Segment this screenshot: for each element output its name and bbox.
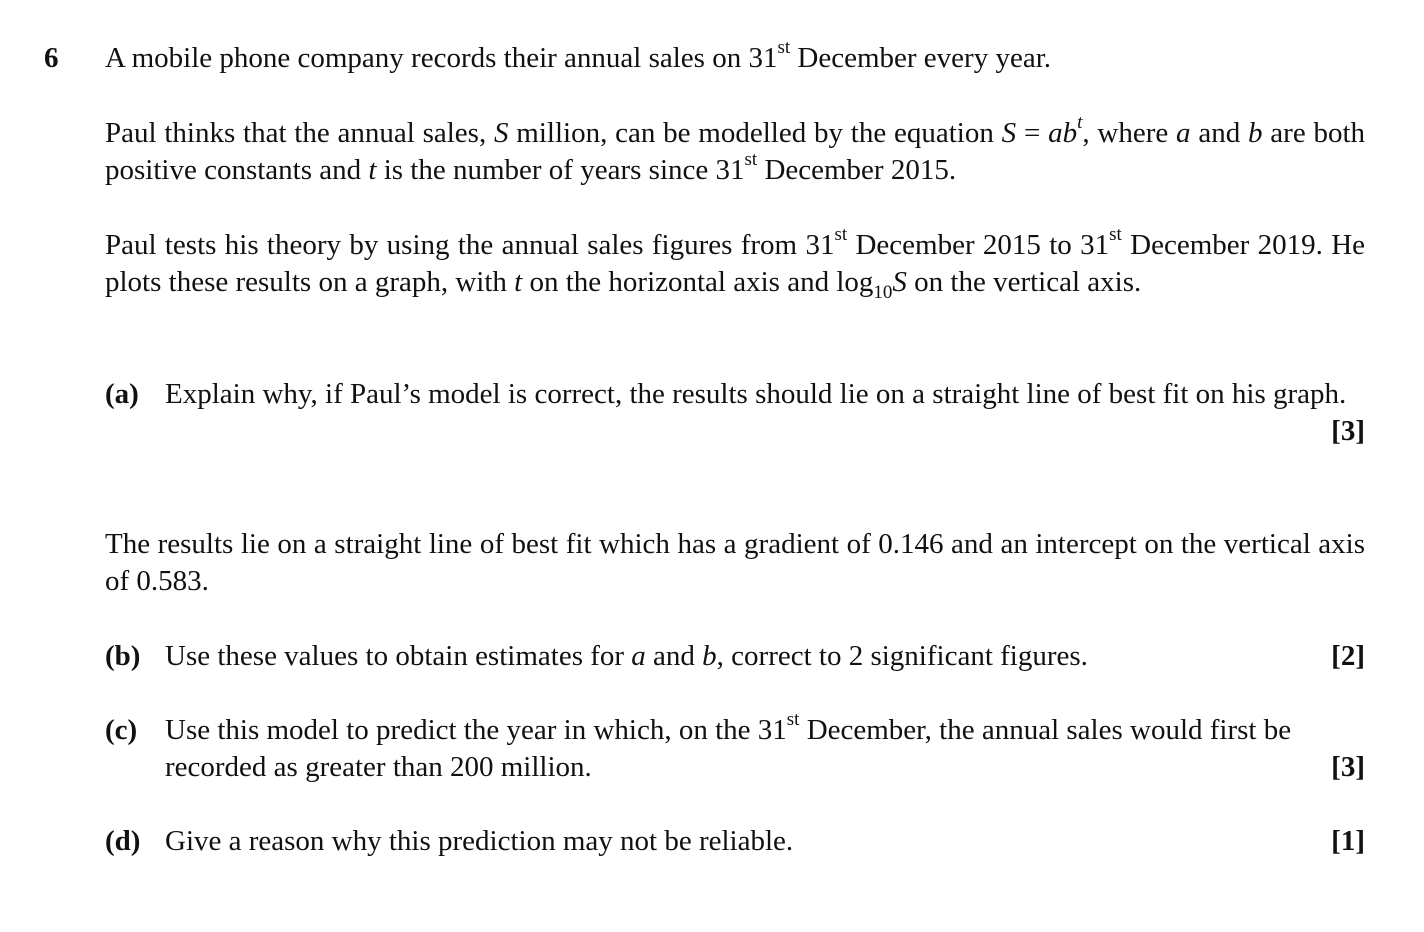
part-c-text: Use this model to predict the year in wh… [165, 709, 1292, 783]
question-number: 6 [44, 42, 59, 74]
part-c: (c) Use this model to predict the year i… [105, 709, 1365, 786]
part-d-label: (d) [105, 825, 141, 857]
intro-paragraph-1: A mobile phone company records their ann… [105, 37, 1052, 74]
part-a-marks: [3] [1331, 415, 1365, 447]
model-equation: S = abt [1001, 112, 1083, 149]
part-d-text: Give a reason why this prediction may no… [165, 825, 794, 857]
part-a-text: Explain why, if Paul’s model is correct,… [165, 378, 1347, 410]
part-b-text: Use these values to obtain estimates for… [165, 640, 1088, 672]
part-b: (b) Use these values to obtain estimates… [105, 638, 1365, 675]
part-a-label: (a) [105, 378, 139, 410]
part-d-marks: [1] [1331, 825, 1365, 857]
part-c-marks: [3] [1331, 751, 1365, 783]
part-d: (d) Give a reason why this prediction ma… [105, 823, 1365, 860]
part-b-marks: [2] [1331, 640, 1365, 672]
intro-paragraph-2: Paul thinks that the annual sales, S mil… [105, 112, 1366, 186]
results-paragraph: The results lie on a straight line of be… [105, 528, 1365, 597]
intro-paragraph-3: Paul tests his theory by using the annua… [105, 224, 1366, 303]
part-c-label: (c) [105, 714, 138, 746]
part-a: (a) Explain why, if Paul’s model is corr… [105, 376, 1365, 447]
part-b-label: (b) [105, 640, 141, 672]
